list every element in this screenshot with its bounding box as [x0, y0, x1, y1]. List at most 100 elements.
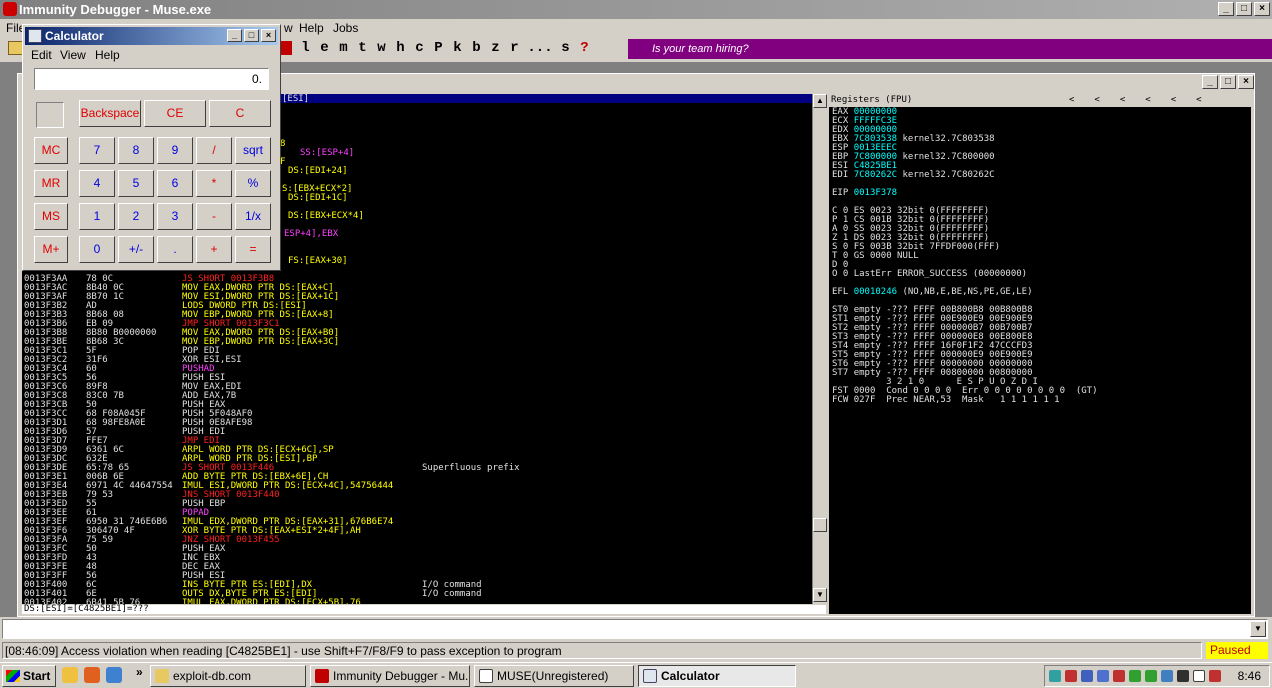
calc-button[interactable]: 7	[79, 137, 115, 164]
calc-button-c[interactable]: C	[209, 100, 271, 127]
calc-button-ce[interactable]: CE	[144, 100, 206, 127]
calc-button[interactable]: *	[196, 170, 232, 197]
disasm-row[interactable]: 0013F3FC 50 PUSH EAX	[24, 545, 809, 554]
disasm-row[interactable]: 0013F3C8 83C0 7B ADD EAX,7B	[24, 392, 809, 401]
tray-monitor-icon[interactable]	[1081, 670, 1093, 682]
disasm-row[interactable]: 0013F3C5 56 PUSH ESI	[24, 374, 809, 383]
calc-button[interactable]: +/-	[118, 236, 154, 263]
calc-menu-view[interactable]: View	[60, 46, 86, 64]
calc-button[interactable]: 4	[79, 170, 115, 197]
register-nav-arrow[interactable]: <	[1069, 95, 1074, 106]
calc-button[interactable]: 6	[157, 170, 193, 197]
scroll-down-arrow[interactable]: ▼	[813, 588, 827, 602]
tray-vm-icon[interactable]	[1177, 670, 1189, 682]
disasm-row[interactable]: 0013F3C1 5F POP EDI	[24, 347, 809, 356]
task-calculator[interactable]: Calculator	[638, 665, 796, 687]
close-button[interactable]: ×	[1254, 2, 1270, 16]
register-nav-arrow[interactable]: <	[1145, 95, 1150, 106]
tray-network-icon[interactable]	[1049, 670, 1061, 682]
toolbar-letter-button[interactable]: P	[429, 40, 448, 56]
tray-keyboard-icon[interactable]	[1193, 670, 1205, 682]
command-input[interactable]: ▼	[2, 619, 1268, 639]
disasm-row[interactable]: 0013F3FA 75 59 JNZ SHORT 0013F455	[24, 536, 809, 545]
disasm-row[interactable]: 0013F3EB 79 53 JNS SHORT 0013F440	[24, 491, 809, 500]
menu-window[interactable]: w	[284, 19, 293, 37]
toolbar-letter-button[interactable]: e	[315, 40, 334, 56]
toolbar-letter-button[interactable]: s	[556, 40, 575, 56]
calc-button[interactable]: .	[157, 236, 193, 263]
calc-maximize-button[interactable]: □	[244, 29, 259, 42]
disasm-row[interactable]: 0013F3F6 306470 4F XOR BYTE PTR DS:[EAX+ES…	[24, 527, 809, 536]
command-dropdown-button[interactable]: ▼	[1250, 621, 1266, 637]
disasm-row[interactable]: 0013F3FE 48 DEC EAX	[24, 563, 809, 572]
toolbar-letter-button[interactable]: ?	[575, 40, 594, 56]
tray-sound-icon[interactable]	[1161, 670, 1173, 682]
calc-button[interactable]: 2	[118, 203, 154, 230]
disasm-row[interactable]: 0013F3D6 57 PUSH EDI	[24, 428, 809, 437]
toolbar-letter-button[interactable]: h	[391, 40, 410, 56]
quicklaunch-firefox-icon[interactable]	[84, 667, 100, 683]
tray-antivirus-icon[interactable]	[1209, 670, 1221, 682]
quicklaunch-smiley-icon[interactable]	[62, 667, 78, 683]
calculator-display[interactable]: 0.	[34, 68, 269, 90]
calc-button[interactable]: sqrt	[235, 137, 271, 164]
calc-close-button[interactable]: ×	[261, 29, 276, 42]
disasm-row[interactable]: 0013F3D9 6361 6C ARPL WORD PTR DS:[ECX+6C]…	[24, 446, 809, 455]
tray-display-icon[interactable]	[1097, 670, 1109, 682]
task-muse[interactable]: MUSE(Unregistered)	[474, 665, 634, 687]
calc-minimize-button[interactable]: _	[227, 29, 242, 42]
disasm-row[interactable]: 0013F3FF 56 PUSH ESI	[24, 572, 809, 581]
calc-button[interactable]: -	[196, 203, 232, 230]
register-nav-arrow[interactable]: <	[1120, 95, 1125, 106]
toolbar-letter-button[interactable]: z	[486, 40, 505, 56]
calc-button[interactable]: 9	[157, 137, 193, 164]
start-button[interactable]: Start	[2, 665, 56, 687]
register-nav-arrow[interactable]: <	[1094, 95, 1099, 106]
disasm-row[interactable]: 0013F3B8 8B80 B0000000 MOV EAX,DWORD PTR D…	[24, 329, 809, 338]
disasm-row[interactable]: 0013F3B3 8B68 08 MOV EBP,DWORD PTR DS:[EAX…	[24, 311, 809, 320]
toolbar-letter-button[interactable]: l	[296, 40, 315, 56]
register-nav-arrow[interactable]: <	[1171, 95, 1176, 106]
toolbar-letter-button[interactable]: c	[410, 40, 429, 56]
disasm-row[interactable]: 0013F3C2 31F6 XOR ESI,ESI	[24, 356, 809, 365]
task-immunity[interactable]: Immunity Debugger - Mu...	[310, 665, 470, 687]
register-line[interactable]: O 0 LastErr ERROR_SUCCESS (00000000)	[832, 270, 1027, 279]
register-line[interactable]: EFL 00010246 (NO,NB,E,BE,NS,PE,GE,LE)	[832, 288, 1033, 297]
calc-button[interactable]: =	[235, 236, 271, 263]
calc-button[interactable]: 3	[157, 203, 193, 230]
tray-update-icon[interactable]	[1145, 670, 1157, 682]
toolbar-letter-button[interactable]: b	[467, 40, 486, 56]
disasm-row[interactable]: 0013F3B2 AD LODS DWORD PTR DS:[ESI]	[24, 302, 809, 311]
disasm-row[interactable]: 0013F3ED 55 PUSH EBP	[24, 500, 809, 509]
register-line[interactable]: FCW 027F Prec NEAR,53 Mask 1 1 1 1 1 1	[832, 396, 1060, 405]
quicklaunch-more-icon[interactable]: »	[136, 665, 143, 679]
hiring-banner[interactable]: Is your team hiring?	[628, 39, 1272, 59]
scroll-up-arrow[interactable]: ▲	[813, 94, 827, 108]
disasm-row[interactable]: 0013F3D7 FFE7 JMP EDI	[24, 437, 809, 446]
disasm-row[interactable]: 0013F3AA 78 0C JS SHORT 0013F3B8	[24, 275, 809, 284]
disasm-row[interactable]: 0013F3AC 8B40 0C MOV EAX,DWORD PTR DS:[EAX…	[24, 284, 809, 293]
calc-menu-help[interactable]: Help	[95, 46, 120, 64]
maximize-button[interactable]: □	[1236, 2, 1252, 16]
menu-help[interactable]: Help	[299, 19, 324, 37]
register-line[interactable]: EIP 0013F378	[832, 189, 902, 198]
run-icon[interactable]	[280, 41, 292, 55]
calc-button-backspace[interactable]: Backspace	[79, 100, 141, 127]
disasm-row[interactable]: 0013F401 6E OUTS DX,BYTE PTR ES:[EDI] I/O c…	[24, 590, 809, 599]
tray-security-icon[interactable]	[1065, 670, 1077, 682]
toolbar-letter-button[interactable]: r	[505, 40, 524, 56]
disasm-row[interactable]: 0013F3C4 60 PUSHAD	[24, 365, 809, 374]
disasm-row[interactable]: 0013F3D1 68 98FE8A0E PUSH 0E8AFE98	[24, 419, 809, 428]
disasm-row[interactable]: 0013F3DE 65:78 65 JS SHORT 0013F446 Superfl…	[24, 464, 809, 473]
register-line[interactable]: EDI 7C80262C kernel32.7C80262C	[832, 171, 995, 180]
register-nav-arrow[interactable]: <	[1196, 95, 1201, 106]
tray-shield-icon[interactable]	[1129, 670, 1141, 682]
disasm-row[interactable]: 0013F3AF 8B70 1C MOV ESI,DWORD PTR DS:[EAX…	[24, 293, 809, 302]
disasm-row[interactable]: 0013F3EF 6950 31 746E6B6 IMUL EDX,DWORD PT…	[24, 518, 809, 527]
scroll-thumb[interactable]	[813, 518, 827, 532]
registers-pane[interactable]: EAX 00000000 ECX FFFFFC3E EDX 00000000 E…	[829, 107, 1251, 614]
toolbar-letter-button[interactable]: t	[353, 40, 372, 56]
calc-button[interactable]: /	[196, 137, 232, 164]
disasm-row[interactable]: 0013F3FD 43 INC EBX	[24, 554, 809, 563]
child-close-button[interactable]: ×	[1238, 75, 1254, 89]
